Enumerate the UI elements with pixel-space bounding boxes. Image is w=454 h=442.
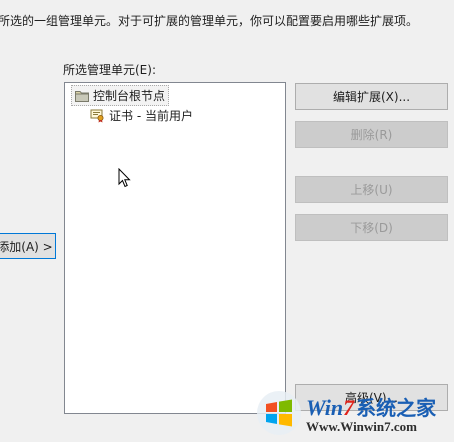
edit-extensions-button[interactable]: 编辑扩展(X)... (295, 83, 448, 110)
move-up-button[interactable]: 上移(U) (295, 176, 448, 203)
tree-item-label: 控制台根节点 (93, 89, 166, 103)
site-watermark: Win 7 系统之家 Www.Winwin7.com (256, 384, 454, 442)
certificate-icon (90, 109, 104, 123)
folder-icon (75, 90, 89, 102)
selected-snapins-label: 所选管理单元(E): (63, 63, 156, 77)
tree-item-console-root[interactable]: 控制台根节点 (71, 85, 170, 106)
watermark-url: Www.Winwin7.com (306, 418, 417, 434)
tree-item-certificates[interactable]: 证书 - 当前用户 (87, 106, 196, 125)
add-button[interactable]: 添加(A) > (0, 233, 56, 259)
tree-item-label: 证书 - 当前用户 (109, 109, 193, 123)
windows-flag-logo-icon (257, 391, 301, 435)
move-down-button[interactable]: 下移(D) (295, 214, 448, 241)
watermark-brand-cn: 系统之家 (356, 395, 437, 420)
watermark-brand-win: Win (306, 394, 344, 420)
delete-button[interactable]: 删除(R) (295, 121, 448, 148)
mouse-cursor-icon (118, 168, 131, 188)
snapin-description: 所选的一组管理单元。对于可扩展的管理单元，你可以配置要启用哪些扩展项。 (0, 14, 419, 28)
selected-snapins-list[interactable]: 控制台根节点 证书 - 当前用户 (64, 82, 286, 414)
watermark-brand-seven: 7 (343, 394, 355, 420)
